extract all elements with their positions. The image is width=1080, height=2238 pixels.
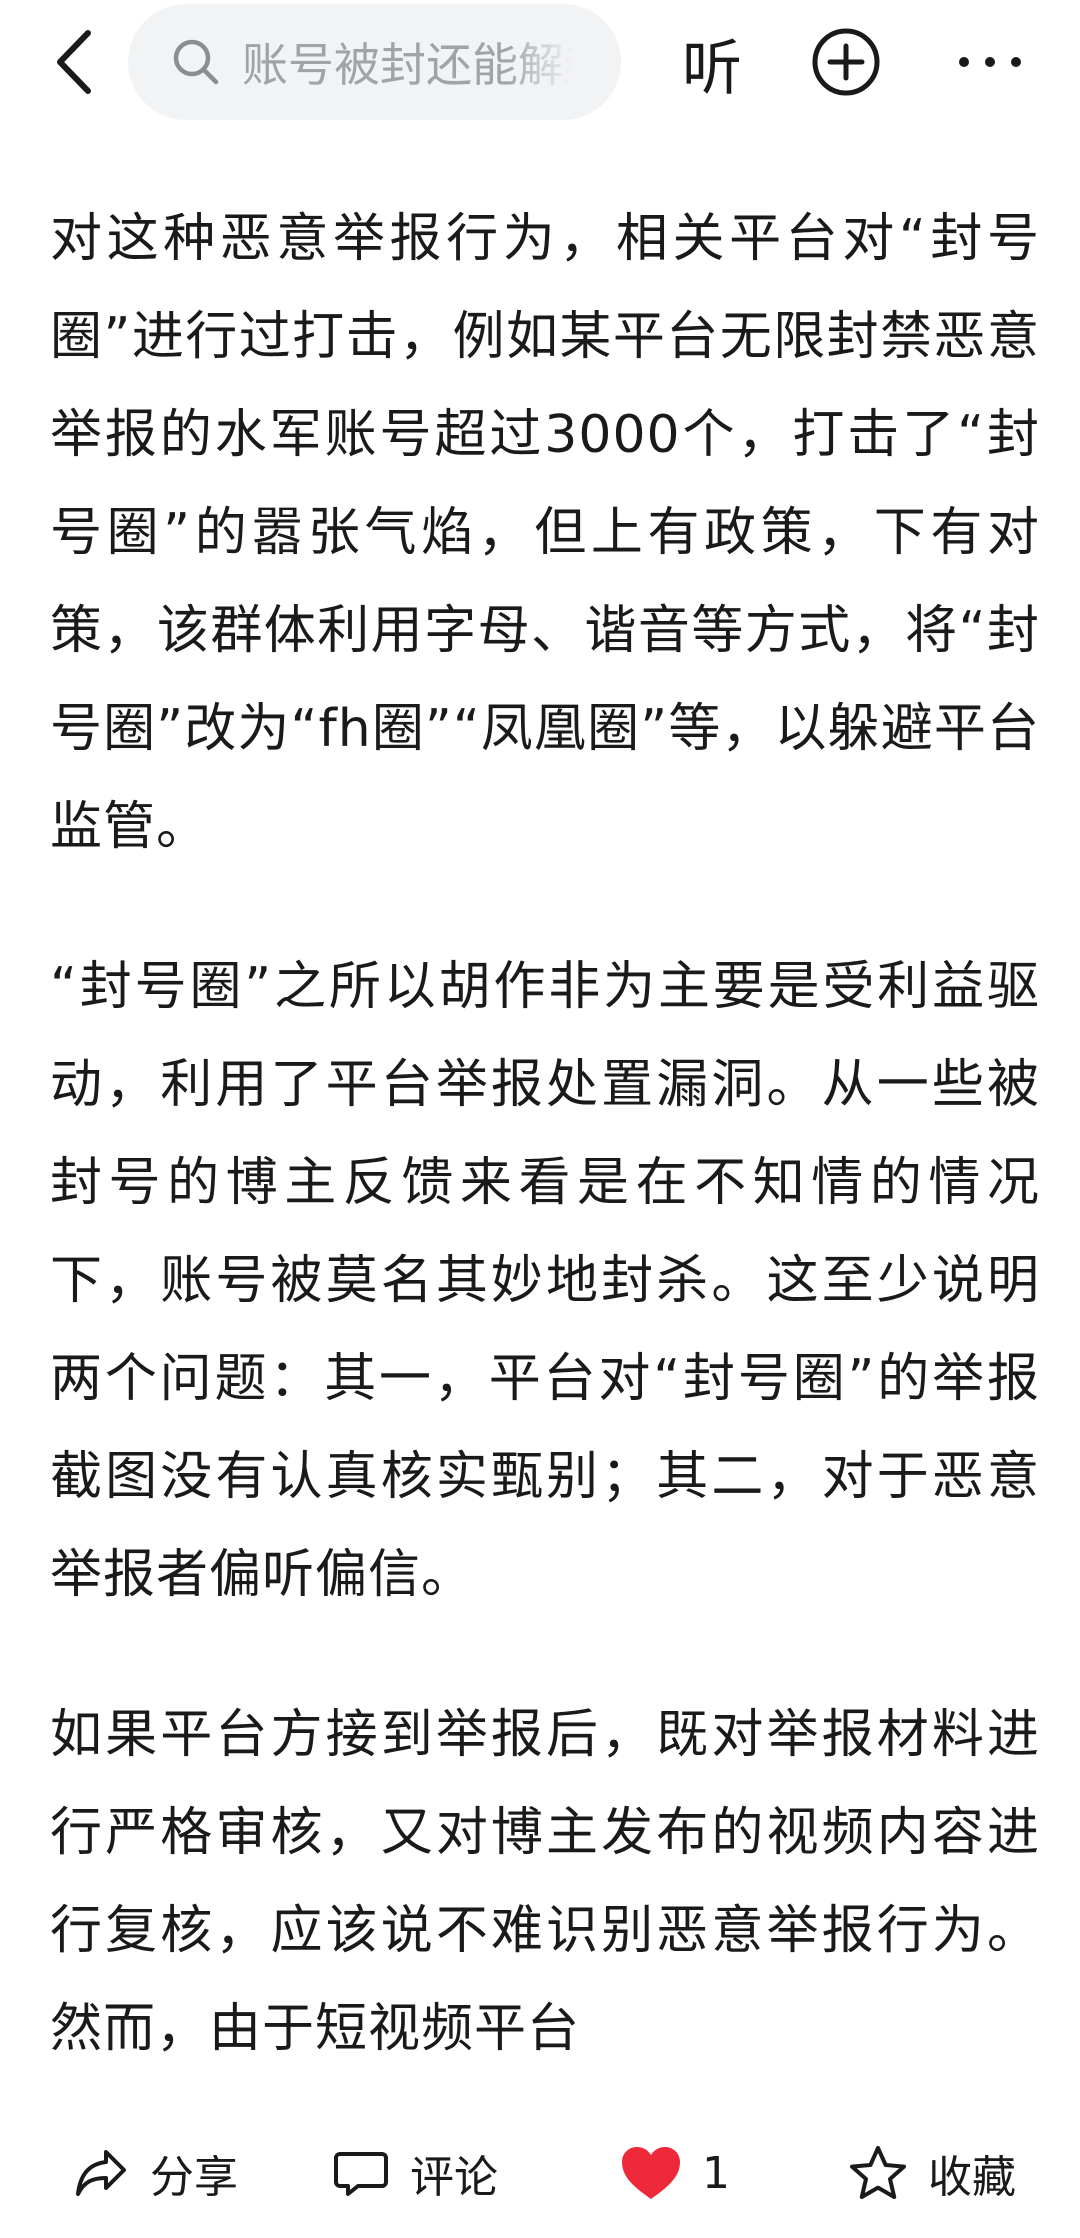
article-page: 账号被封还能解封吗 听 对这种恶意举报行为，相关平台对“封号圈”进行过打击，例如… [0, 0, 1080, 2238]
share-button[interactable]: 分享 [72, 2138, 238, 2208]
top-bar: 账号被封还能解封吗 听 [0, 0, 1080, 128]
search-input[interactable]: 账号被封还能解封吗 [128, 4, 621, 120]
favorite-button[interactable]: 收藏 [848, 2138, 1016, 2208]
back-button[interactable] [40, 22, 110, 102]
article-paragraph: 如果平台方接到举报后，既对举报材料进行严格审核，又对博主发布的视频内容进行复核，… [50, 1705, 1040, 2058]
article-paragraph: 对这种恶意举报行为，相关平台对“封号圈”进行过打击，例如某平台无限封禁恶意举报的… [50, 209, 1040, 857]
comment-label: 评论 [410, 2152, 498, 2203]
add-button[interactable] [808, 24, 884, 100]
share-icon [76, 2150, 126, 2196]
back-arrow-icon [57, 30, 91, 94]
bottom-action-bar: 分享 评论 1 收藏 [0, 2108, 1080, 2238]
article-paragraph: “封号圈”之所以胡作非为主要是受利益驱动，利用了平台举报处置漏洞。从一些被封号的… [50, 957, 1040, 1605]
listen-button[interactable]: 听 [672, 18, 752, 108]
more-button[interactable] [952, 24, 1028, 100]
more-dots-icon [959, 57, 1021, 67]
like-count: 1 [702, 2147, 730, 2199]
heart-icon [622, 2147, 680, 2199]
star-icon [850, 2146, 906, 2199]
like-button[interactable]: 1 [620, 2138, 730, 2208]
share-label: 分享 [150, 2152, 238, 2203]
plus-circle-icon [812, 28, 880, 96]
search-icon [168, 34, 224, 90]
search-placeholder: 账号被封还能解封吗 [242, 38, 572, 92]
article-body: 对这种恶意举报行为，相关平台对“封号圈”进行过打击，例如某平台无限封禁恶意举报的… [50, 190, 1040, 2058]
favorite-label: 收藏 [928, 2152, 1016, 2203]
comment-button[interactable]: 评论 [332, 2138, 498, 2208]
comment-icon [334, 2152, 388, 2196]
